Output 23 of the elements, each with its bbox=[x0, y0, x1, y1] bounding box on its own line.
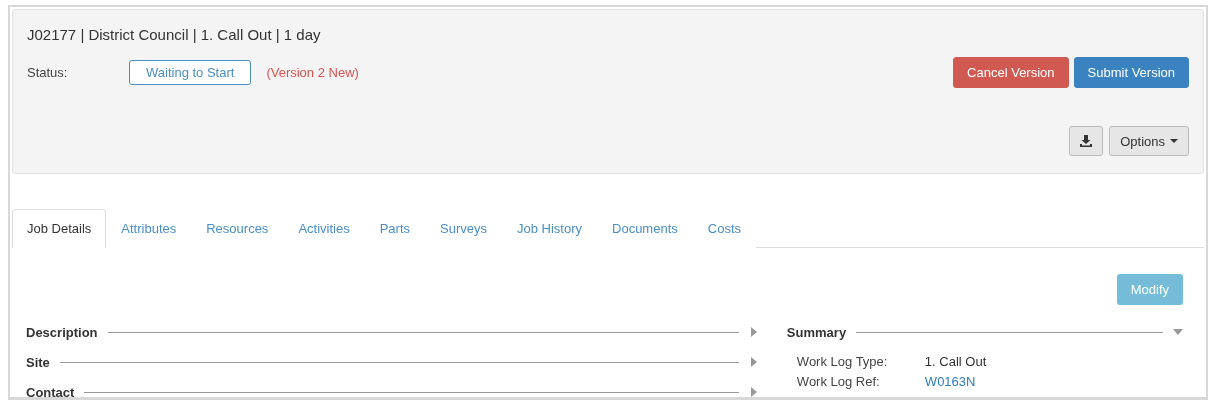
version-note: (Version 2 New) bbox=[266, 65, 359, 80]
caret-down-icon[interactable] bbox=[1173, 327, 1183, 337]
caret-right-icon[interactable] bbox=[748, 357, 759, 367]
section-title: Summary bbox=[786, 324, 847, 340]
download-button[interactable] bbox=[1069, 126, 1104, 156]
section-title: Description bbox=[26, 324, 98, 340]
tab[interactable]: Job Details bbox=[12, 209, 107, 248]
caret-right-icon[interactable] bbox=[748, 387, 759, 397]
field-value: 1. Call Out bbox=[924, 353, 987, 369]
job-title: J02177 | District Council | 1. Call Out | 1 day bbox=[27, 26, 322, 43]
field-label: Work Log Type: bbox=[796, 353, 889, 369]
status-badge: Waiting to Start bbox=[129, 60, 252, 85]
field-link[interactable]: W0163N bbox=[924, 373, 976, 389]
download-icon bbox=[1080, 135, 1093, 147]
options-button[interactable]: Options bbox=[1109, 126, 1189, 156]
field-label: Work Log Ref: bbox=[796, 373, 881, 389]
status-label: Status: bbox=[27, 65, 69, 80]
caret-down-icon bbox=[1170, 139, 1178, 143]
section-title: Site bbox=[26, 354, 50, 370]
submit-button[interactable]: Submit Version bbox=[1073, 57, 1189, 88]
cancel-button[interactable]: Cancel Version bbox=[953, 57, 1069, 88]
section-title: Contact bbox=[26, 384, 75, 397]
caret-right-icon[interactable] bbox=[748, 327, 759, 337]
